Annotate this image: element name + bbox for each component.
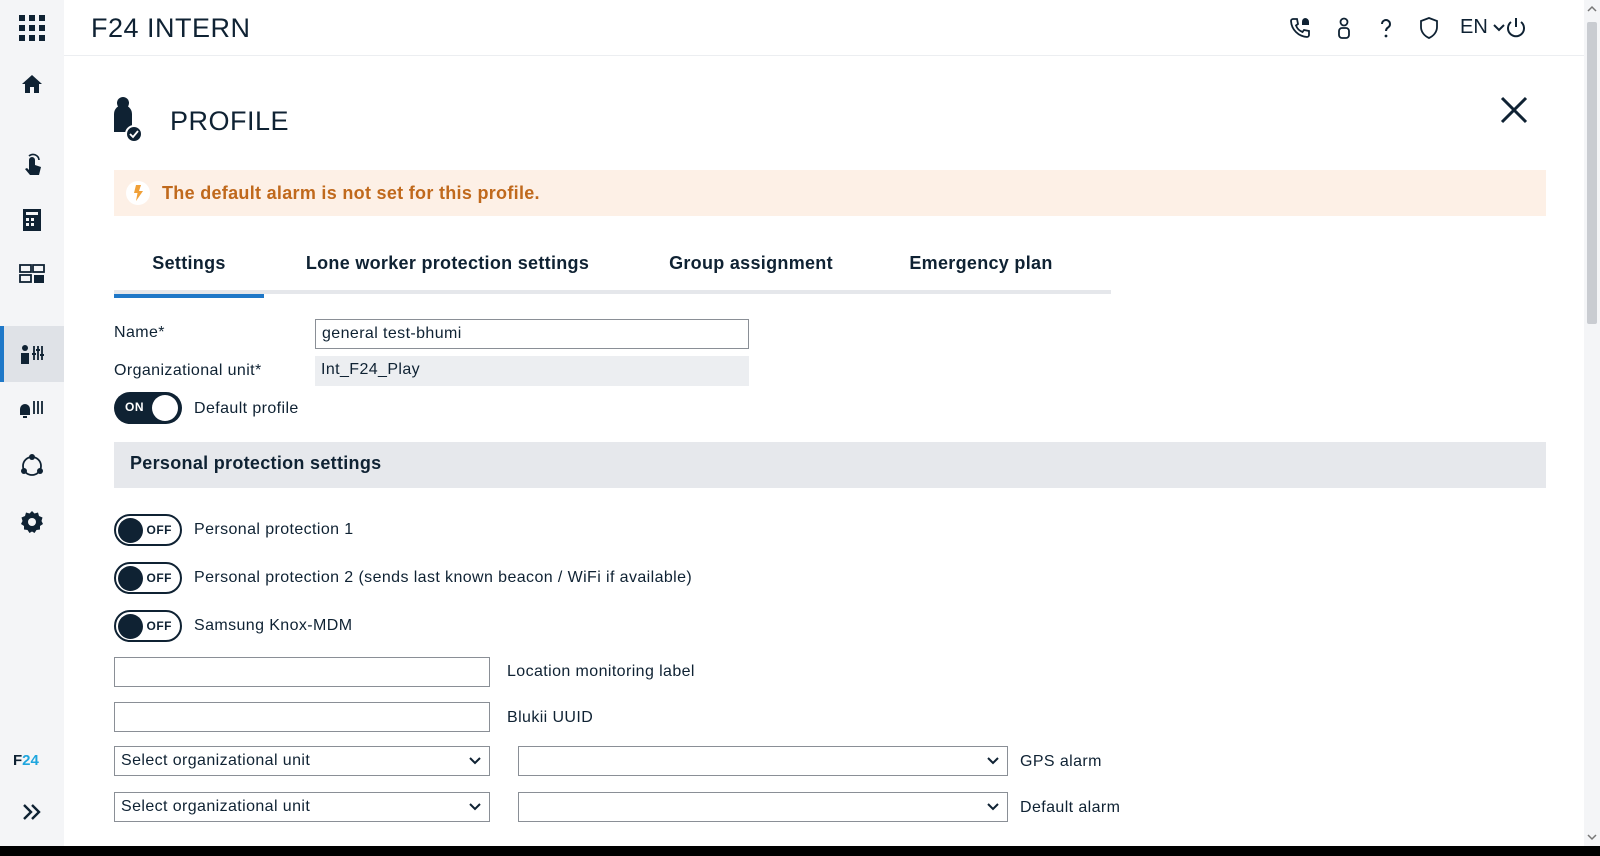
close-icon — [1500, 96, 1528, 124]
bottom-edge — [0, 846, 1600, 856]
building-icon — [23, 209, 41, 231]
expand-sidebar-button[interactable] — [0, 792, 64, 832]
lightning-icon — [126, 181, 150, 205]
location-monitoring-input[interactable] — [114, 657, 490, 687]
alert-message: The default alarm is not set for this pr… — [162, 182, 540, 203]
user-icon — [1338, 17, 1350, 39]
tab-emergency-plan[interactable]: Emergency plan — [871, 250, 1091, 294]
app-grid-icon — [19, 15, 45, 41]
toggle-knob — [118, 566, 143, 591]
language-selector[interactable]: EN — [1460, 16, 1506, 39]
sidebar-item-building[interactable] — [0, 192, 64, 248]
f24-logo: F24 — [13, 752, 39, 769]
double-chevron-right-icon — [23, 804, 41, 820]
vertical-scrollbar[interactable] — [1584, 0, 1600, 846]
dashboard-icon — [19, 264, 45, 283]
default-alarm-select[interactable] — [518, 792, 1008, 822]
sidebar-item-home[interactable] — [0, 56, 64, 112]
personal-protection-1-toggle[interactable]: OFF — [114, 514, 182, 546]
top-header: F24 INTERN EN — [64, 0, 1584, 56]
privacy-button[interactable] — [1415, 14, 1443, 42]
gear-icon — [21, 511, 43, 533]
blukii-uuid-input[interactable] — [114, 702, 490, 732]
gps-org-unit-select[interactable]: Select organizational unit — [114, 746, 490, 776]
toggle-knob — [118, 518, 143, 543]
org-unit-value: Int_F24_Play — [315, 356, 749, 386]
help-button[interactable] — [1372, 14, 1400, 42]
sidebar-item-dashboard[interactable] — [0, 246, 64, 302]
toggle-knob — [152, 395, 178, 421]
location-monitoring-label: Location monitoring label — [507, 663, 695, 680]
main-content: PROFILE The default alarm is not set for… — [64, 56, 1584, 846]
toggle-knob — [118, 614, 143, 639]
tab-bar: Settings Lone worker protection settings… — [114, 250, 1111, 298]
select-value: Select organizational unit — [121, 752, 311, 769]
sidebar-item-network[interactable] — [0, 438, 64, 494]
power-icon — [1507, 18, 1525, 38]
tab-group-assignment[interactable]: Group assignment — [631, 250, 871, 294]
network-icon — [21, 454, 43, 476]
org-unit-label: Organizational unit* — [114, 362, 262, 379]
profile-settings-icon — [21, 345, 44, 364]
toggle-state: OFF — [146, 523, 172, 537]
app-grid-button[interactable] — [0, 0, 64, 56]
toggle-state: OFF — [146, 619, 172, 633]
warning-alert: The default alarm is not set for this pr… — [114, 170, 1546, 216]
sidebar-item-profile-settings[interactable] — [0, 326, 64, 382]
user-button[interactable] — [1330, 14, 1358, 42]
phone-alarm-icon — [1290, 18, 1310, 38]
name-input[interactable]: general test-bhumi — [315, 319, 749, 349]
tab-settings[interactable]: Settings — [114, 250, 264, 298]
scroll-down-icon — [1587, 834, 1597, 841]
personal-protection-2-toggle[interactable]: OFF — [114, 562, 182, 594]
personal-protection-2-label: Personal protection 2 (sends last known … — [194, 569, 693, 586]
sidebar-item-settings[interactable] — [0, 494, 64, 550]
personal-protection-1-label: Personal protection 1 — [194, 521, 354, 538]
sidebar-item-alarm-settings[interactable] — [0, 382, 64, 438]
chevron-down-icon — [469, 757, 481, 765]
language-label: EN — [1460, 16, 1488, 38]
chevron-down-icon — [469, 803, 481, 811]
logo-letter: F — [13, 752, 23, 769]
tab-lone-worker-protection[interactable]: Lone worker protection settings — [264, 250, 631, 294]
chevron-down-icon — [987, 803, 999, 811]
default-profile-label: Default profile — [194, 400, 299, 417]
chevron-down-icon — [987, 757, 999, 765]
logout-button[interactable] — [1502, 14, 1530, 42]
alarm-settings-icon — [20, 401, 43, 418]
select-value: Select organizational unit — [121, 798, 311, 815]
toggle-state: ON — [125, 400, 144, 414]
blukii-uuid-label: Blukii UUID — [507, 709, 594, 726]
toggle-state: OFF — [146, 571, 172, 585]
default-profile-toggle[interactable]: ON — [114, 392, 182, 424]
app-title: F24 INTERN — [91, 13, 251, 43]
sidebar-item-touch-alarm[interactable] — [0, 136, 64, 192]
logo-number: 24 — [22, 752, 39, 769]
question-mark-icon — [1381, 19, 1391, 38]
scroll-thumb[interactable] — [1587, 22, 1597, 324]
gps-alarm-select[interactable] — [518, 746, 1008, 776]
sidebar: F24 — [0, 0, 64, 846]
close-button[interactable] — [1494, 90, 1534, 130]
scroll-up-icon — [1587, 5, 1597, 12]
gps-alarm-label: GPS alarm — [1020, 753, 1102, 770]
default-alarm-label: Default alarm — [1020, 799, 1121, 816]
name-label: Name* — [114, 324, 165, 341]
samsung-knox-toggle[interactable]: OFF — [114, 610, 182, 642]
section-header: Personal protection settings — [114, 442, 1546, 488]
home-icon — [22, 75, 42, 93]
page-title: PROFILE — [170, 106, 290, 136]
profile-check-icon — [114, 97, 143, 143]
default-org-unit-select[interactable]: Select organizational unit — [114, 792, 490, 822]
touch-alarm-icon — [25, 153, 41, 175]
emergency-call-button[interactable] — [1286, 14, 1314, 42]
samsung-knox-label: Samsung Knox-MDM — [194, 617, 353, 634]
shield-icon — [1420, 17, 1438, 39]
